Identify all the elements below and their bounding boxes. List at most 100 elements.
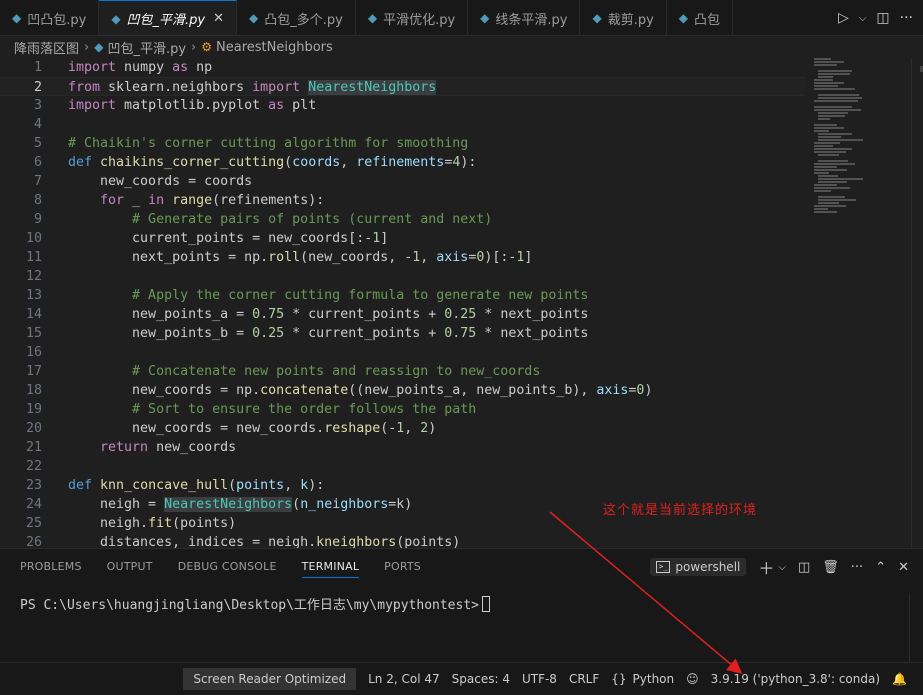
minimap-line bbox=[818, 178, 863, 180]
code-line[interactable]: 6 def chaikins_corner_cutting(coords, ref… bbox=[0, 153, 805, 172]
minimap-line bbox=[818, 97, 862, 99]
terminal-icon: >_ bbox=[656, 561, 671, 573]
copilot-icon[interactable]: ☺ bbox=[680, 663, 705, 695]
tab-aotubao[interactable]: ◆ 凹凸包.py bbox=[0, 0, 100, 35]
minimap-line bbox=[814, 100, 858, 102]
line-number: 11 bbox=[25, 250, 42, 265]
code-line[interactable]: 9 # Generate pairs of points (current an… bbox=[0, 210, 805, 229]
terminal-prompt[interactable]: PS C:\Users\huangjingliang\Desktop\工作日志\… bbox=[20, 594, 490, 613]
code-line[interactable]: 16 bbox=[0, 343, 805, 362]
line-number: 15 bbox=[25, 326, 42, 341]
bottom-panel: PROBLEMS OUTPUT DEBUG CONSOLE TERMINAL P… bbox=[0, 548, 923, 663]
code-line[interactable]: 11 next_points = np.roll(new_coords, -1,… bbox=[0, 248, 805, 267]
minimap-line bbox=[818, 70, 852, 72]
terminal-scrollbar[interactable] bbox=[909, 593, 923, 663]
code-line[interactable]: 19 # Sort to ensure the order follows th… bbox=[0, 400, 805, 419]
breadcrumb-symbol[interactable]: NearestNeighbors bbox=[216, 40, 333, 55]
python-interpreter[interactable]: 3.9.19 ('python_3.8': conda) bbox=[705, 663, 886, 695]
code-line[interactable]: 14 new_points_a = 0.75 * current_points … bbox=[0, 305, 805, 324]
editor-scrollbar[interactable] bbox=[911, 58, 923, 548]
eol-status[interactable]: CRLF bbox=[563, 663, 605, 695]
minimap-line bbox=[818, 76, 833, 78]
code-line[interactable]: 23 def knn_concave_hull(points, k): bbox=[0, 476, 805, 495]
tab-pinghua-youhua[interactable]: ◆ 平滑优化.py bbox=[356, 0, 469, 35]
tab-debug-console[interactable]: DEBUG CONSOLE bbox=[178, 549, 277, 585]
tab-output[interactable]: OUTPUT bbox=[107, 549, 153, 585]
line-number: 22 bbox=[25, 459, 42, 474]
trash-icon[interactable]: 🗑 bbox=[822, 560, 839, 575]
minimap-line bbox=[814, 151, 846, 153]
code-line[interactable]: 1 import numpy as np bbox=[0, 58, 805, 77]
breadcrumb-folder[interactable]: 降雨落区图 bbox=[14, 38, 79, 57]
code-line[interactable]: 10 current_points = new_coords[:-1] bbox=[0, 229, 805, 248]
tab-ports[interactable]: PORTS bbox=[384, 549, 421, 585]
code-line[interactable]: 5 # Chaikin's corner cutting algorithm fo… bbox=[0, 134, 805, 153]
code-line[interactable]: 8 for _ in range(refinements): bbox=[0, 191, 805, 210]
minimap-line bbox=[814, 205, 846, 207]
minimap-line bbox=[818, 181, 847, 183]
code-line[interactable]: 20 new_coords = new_coords.reshape(-1, 2… bbox=[0, 419, 805, 438]
tab-aobao-pinghua[interactable]: ◆ 凹包_平滑.py ✕ bbox=[99, 0, 238, 35]
minimap-line bbox=[814, 124, 837, 126]
code-line[interactable]: 3 import matplotlib.pyplot as plt bbox=[0, 96, 805, 115]
code-editor[interactable]: 1 import numpy as np 2 from sklearn.neighb… bbox=[0, 58, 923, 548]
close-panel-icon[interactable]: ✕ bbox=[898, 560, 909, 575]
code-line[interactable]: 21 return new_coords bbox=[0, 438, 805, 457]
minimap[interactable] bbox=[812, 58, 910, 218]
breadcrumb-file[interactable]: 凹包_平滑.py bbox=[107, 38, 186, 57]
more-icon[interactable]: ··· bbox=[851, 560, 863, 575]
code-line[interactable]: 18 new_coords = np.concatenate((new_poin… bbox=[0, 381, 805, 400]
tab-tubao-truncated[interactable]: ◆ 凸包 bbox=[667, 0, 734, 35]
python-file-icon: ◆ bbox=[249, 11, 259, 25]
tab-tubao-duoge[interactable]: ◆ 凸包_多个.py bbox=[237, 0, 356, 35]
run-icon[interactable]: ▷ bbox=[838, 10, 849, 26]
python-file-icon: ◆ bbox=[367, 11, 378, 25]
tab-label: 平滑优化.py bbox=[383, 12, 456, 28]
terminal-shell-selector[interactable]: >_ powershell bbox=[650, 558, 747, 576]
new-terminal-icon[interactable]: ＋ bbox=[758, 555, 774, 579]
code-line[interactable]: 4 bbox=[0, 115, 805, 134]
chevron-down-icon[interactable]: ⌵ bbox=[778, 562, 786, 573]
code-line[interactable]: 7 new_coords = coords bbox=[0, 172, 805, 191]
notifications-bell-icon[interactable]: 🔔 bbox=[886, 663, 913, 695]
minimap-line bbox=[814, 64, 837, 66]
close-icon[interactable]: ✕ bbox=[213, 11, 224, 26]
tab-label: 凹包_平滑.py bbox=[126, 13, 206, 28]
code-line[interactable]: 26 distances, indices = neigh.kneighbors… bbox=[0, 533, 805, 548]
language-mode[interactable]: {} Python bbox=[605, 663, 680, 695]
tab-terminal[interactable]: TERMINAL bbox=[301, 549, 360, 585]
line-number: 16 bbox=[25, 345, 42, 360]
python-file-icon: ◆ bbox=[678, 11, 689, 25]
panel-actions: >_ powershell ＋ ⌵ ◫ 🗑 ··· ⌃ ✕ bbox=[650, 555, 909, 579]
line-number: 24 bbox=[25, 497, 42, 512]
minimap-line bbox=[818, 175, 838, 177]
annotation-note: 这个就是当前选择的环境 bbox=[603, 503, 758, 518]
indentation-status[interactable]: Spaces: 4 bbox=[446, 663, 516, 695]
maximize-panel-icon[interactable]: ⌃ bbox=[875, 560, 886, 575]
tab-xiantiao-pinghua[interactable]: ◆ 线条平滑.py bbox=[468, 0, 581, 35]
tab-problems[interactable]: PROBLEMS bbox=[20, 549, 82, 585]
minimap-line bbox=[818, 196, 845, 198]
minimap-line bbox=[814, 190, 831, 192]
encoding-status[interactable]: UTF-8 bbox=[516, 663, 563, 695]
code-line-current[interactable]: 2 from sklearn.neighbors import NearestNe… bbox=[0, 77, 805, 96]
python-file-icon: ◆ bbox=[94, 40, 104, 54]
tab-caijian[interactable]: ◆ 裁剪.py bbox=[580, 0, 667, 35]
minimap-line bbox=[814, 61, 844, 63]
line-number: 2 bbox=[33, 80, 42, 95]
more-icon[interactable]: ··· bbox=[900, 10, 913, 26]
chevron-down-icon[interactable]: ⌵ bbox=[859, 13, 867, 24]
minimap-line bbox=[814, 211, 837, 213]
minimap-line bbox=[818, 154, 839, 156]
code-line[interactable]: 12 bbox=[0, 267, 805, 286]
python-file-icon: ◆ bbox=[592, 11, 602, 25]
code-line[interactable]: 13 # Apply the corner cutting formula to… bbox=[0, 286, 805, 305]
code-line[interactable]: 15 new_points_b = 0.25 * current_points … bbox=[0, 324, 805, 343]
split-editor-icon[interactable]: ◫ bbox=[876, 10, 889, 26]
screen-reader-status[interactable]: Screen Reader Optimized bbox=[183, 668, 357, 690]
code-line[interactable]: 17 # Concatenate new points and reassign… bbox=[0, 362, 805, 381]
code-line[interactable]: 22 bbox=[0, 457, 805, 476]
minimap-line bbox=[814, 142, 841, 144]
split-terminal-icon[interactable]: ◫ bbox=[798, 560, 810, 575]
cursor-position[interactable]: Ln 2, Col 47 bbox=[362, 663, 446, 695]
